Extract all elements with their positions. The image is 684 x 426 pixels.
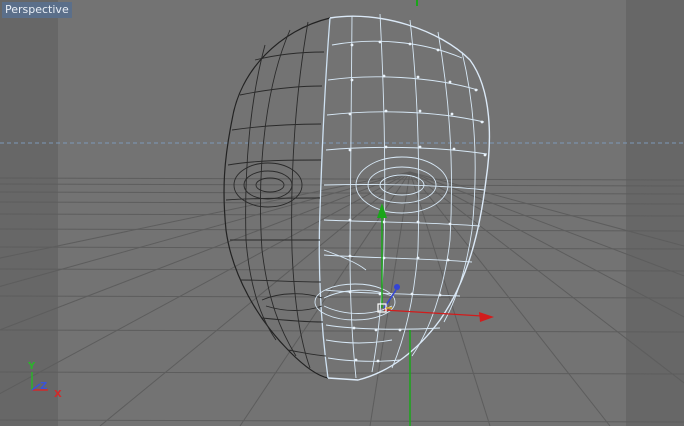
head-mesh <box>223 13 491 381</box>
axis-indicator-y-label: Y <box>28 361 36 372</box>
perspective-viewport[interactable]: Perspective Y Z X <box>0 0 684 426</box>
viewport-scene <box>0 0 684 426</box>
view-name-label[interactable]: Perspective <box>2 2 72 18</box>
floor-grid <box>0 171 684 426</box>
axis-indicator-z-label: Z <box>40 381 48 392</box>
axis-indicator-x-label: X <box>54 389 62 400</box>
right-safe-frame <box>626 0 684 426</box>
